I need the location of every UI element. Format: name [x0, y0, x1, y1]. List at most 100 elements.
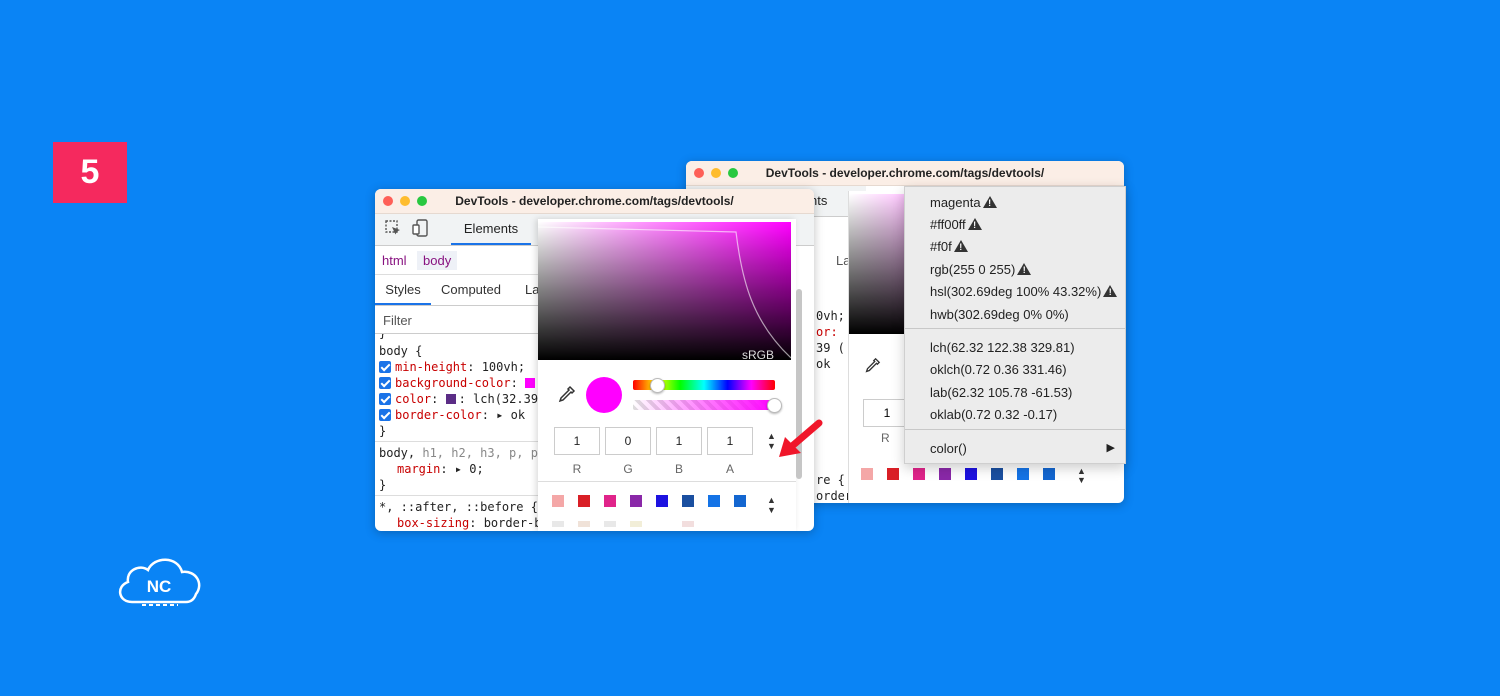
menu-item-magenta[interactable]: magenta: [930, 195, 997, 210]
close-window-button[interactable]: [694, 168, 704, 178]
css-property[interactable]: color: [395, 392, 431, 406]
css-property[interactable]: background-color: [395, 376, 511, 390]
eyedropper-icon[interactable]: [863, 357, 881, 375]
palette-swatch[interactable]: [682, 495, 694, 507]
hue-slider-handle[interactable]: [650, 378, 665, 393]
palette-down-icon[interactable]: ▼: [767, 505, 776, 515]
css-selector[interactable]: body {: [379, 344, 422, 358]
palette-swatch[interactable]: [604, 495, 616, 507]
menu-item-hwb[interactable]: hwb(302.69deg 0% 0%): [930, 307, 1069, 322]
css-selector[interactable]: body, h1, h2, h3, p, p: [379, 446, 538, 460]
green-value-input[interactable]: 0: [605, 427, 651, 455]
menu-item-lab[interactable]: lab(62.32 105.78 -61.53): [930, 385, 1072, 400]
menu-item-oklab[interactable]: oklab(0.72 0.32 -0.17): [930, 407, 1057, 422]
css-property[interactable]: box-sizing: [397, 516, 469, 530]
menu-item-hex[interactable]: #ff00ff: [930, 217, 982, 232]
blue-value-input[interactable]: 1: [656, 427, 702, 455]
menu-item-rgb[interactable]: rgb(255 0 255): [930, 262, 1032, 277]
close-window-button[interactable]: [383, 196, 393, 206]
palette-swatch[interactable]: [656, 495, 668, 507]
filter-input[interactable]: Filter: [375, 307, 540, 334]
tab-computed[interactable]: Computed: [441, 282, 501, 297]
zoom-window-button[interactable]: [417, 196, 427, 206]
color-swatch[interactable]: [525, 378, 536, 388]
palette-swatch[interactable]: [552, 495, 564, 507]
red-value-input[interactable]: 1: [554, 427, 600, 455]
menu-item-label: lch(62.32 122.38 329.81): [930, 340, 1075, 355]
alpha-slider-handle[interactable]: [767, 398, 782, 413]
palette-swatch[interactable]: [861, 468, 873, 480]
palette-swatch[interactable]: [630, 521, 642, 527]
css-declaration: background-color:: [379, 376, 538, 390]
code-brace: }: [379, 478, 387, 492]
zoom-window-button[interactable]: [728, 168, 738, 178]
palette-stepper[interactable]: ▲ ▼: [1077, 467, 1086, 485]
palette-swatch[interactable]: [887, 468, 899, 480]
css-declaration: border-color: ▸ ok: [379, 408, 525, 422]
menu-item-hsl[interactable]: hsl(302.69deg 100% 43.32%): [930, 284, 1118, 299]
css-value[interactable]: : 100vh;: [467, 360, 525, 374]
css-value[interactable]: : ▸ 0;: [440, 462, 483, 476]
palette-swatch[interactable]: [630, 495, 642, 507]
inspect-element-icon[interactable]: [384, 219, 402, 237]
palette-swatch[interactable]: [939, 468, 951, 480]
window-controls: [694, 168, 738, 178]
palette-swatch[interactable]: [604, 521, 616, 527]
palette-swatch[interactable]: [965, 468, 977, 480]
menu-item-lch[interactable]: lch(62.32 122.38 329.81): [930, 340, 1075, 355]
code-fragment: 39 (: [816, 341, 845, 355]
warning-icon: [1103, 285, 1118, 298]
filter-placeholder: Filter: [383, 313, 412, 328]
palette-swatch[interactable]: [578, 521, 590, 527]
css-property[interactable]: border-color: [395, 408, 482, 422]
declaration-checkbox[interactable]: [379, 393, 391, 405]
palette-swatch[interactable]: [734, 495, 746, 507]
breadcrumb: html body: [375, 246, 540, 275]
alpha-value: 1: [726, 434, 734, 448]
menu-item-label: magenta: [930, 195, 981, 210]
css-selector[interactable]: *, ::after, ::before {: [379, 500, 538, 514]
alpha-slider[interactable]: [633, 400, 775, 410]
menu-item-oklch[interactable]: oklch(0.72 0.36 331.46): [930, 362, 1067, 377]
breadcrumb-html[interactable]: html: [382, 253, 407, 268]
declaration-checkbox[interactable]: [379, 361, 391, 373]
css-value[interactable]: : lch(32.39 (: [459, 392, 540, 406]
palette-swatch[interactable]: [1043, 468, 1055, 480]
alpha-value-input[interactable]: 1: [707, 427, 753, 455]
css-value[interactable]: : ▸ ok: [482, 408, 525, 422]
css-declaration: margin: ▸ 0;: [397, 462, 484, 476]
alpha-label: A: [725, 462, 734, 476]
color-preview: [586, 377, 622, 413]
tab-styles[interactable]: Styles: [375, 275, 431, 305]
color-swatch[interactable]: [445, 394, 456, 404]
palette-swatch[interactable]: [708, 495, 720, 507]
minimize-window-button[interactable]: [711, 168, 721, 178]
eyedropper-icon[interactable]: [556, 385, 576, 405]
declaration-checkbox[interactable]: [379, 409, 391, 421]
css-property[interactable]: margin: [397, 462, 440, 476]
menu-item-hex-short[interactable]: #f0f: [930, 239, 968, 254]
palette-switcher[interactable]: ▲ ▼: [767, 495, 776, 515]
palette-swatch[interactable]: [552, 521, 564, 527]
red-value: 1: [883, 406, 891, 420]
breadcrumb-body[interactable]: body: [417, 251, 458, 270]
css-declaration: color: : lch(32.39 (: [379, 392, 540, 406]
palette-swatch[interactable]: [1017, 468, 1029, 480]
palette-swatch[interactable]: [913, 468, 925, 480]
step-number: 5: [80, 153, 100, 191]
minimize-window-button[interactable]: [400, 196, 410, 206]
menu-item-color-function[interactable]: color(): [930, 441, 967, 456]
css-value[interactable]: : border-box;: [469, 516, 540, 530]
palette-swatch[interactable]: [682, 521, 694, 527]
menu-separator: [905, 429, 1125, 430]
color-gradient-area[interactable]: sRGB: [538, 222, 791, 362]
tab-elements[interactable]: Elements: [451, 214, 531, 245]
device-toolbar-icon[interactable]: [412, 219, 430, 237]
css-value[interactable]: :: [511, 376, 518, 390]
palette-swatch[interactable]: [991, 468, 1003, 480]
palette-up-icon[interactable]: ▲: [767, 495, 776, 505]
stepper-down-icon[interactable]: ▼: [1077, 476, 1086, 485]
css-property[interactable]: min-height: [395, 360, 467, 374]
palette-swatch[interactable]: [578, 495, 590, 507]
declaration-checkbox[interactable]: [379, 377, 391, 389]
